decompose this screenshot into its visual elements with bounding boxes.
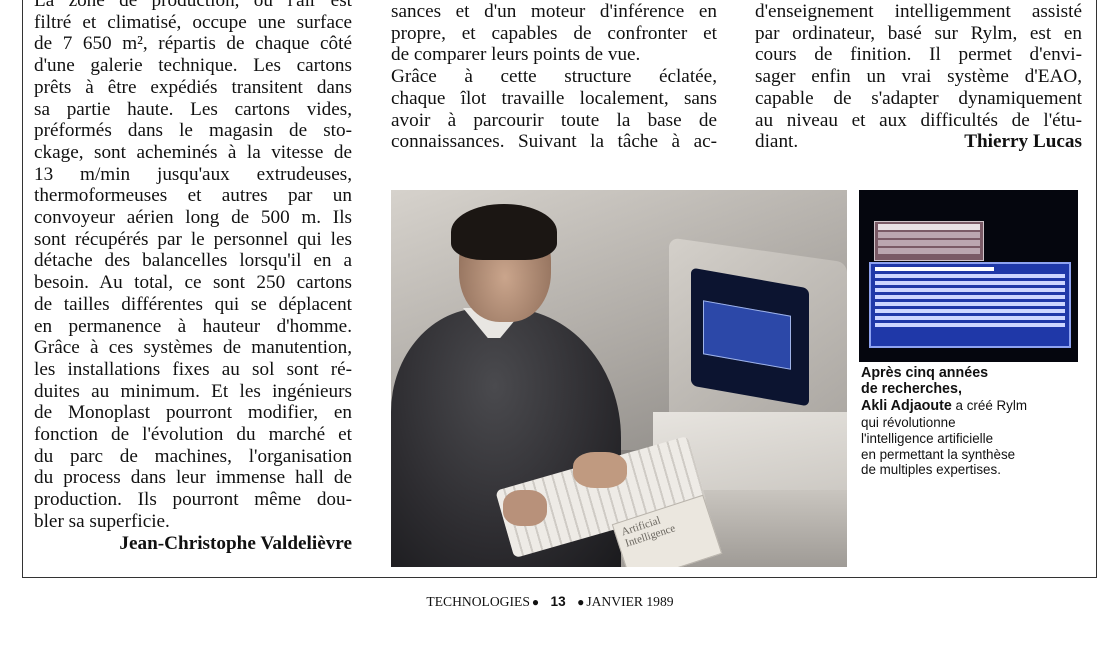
text-line: par ordinateur, basé sur Rylm, est en — [755, 22, 1082, 44]
text-line: La zone de production, où l'air est — [34, 0, 352, 11]
text-line: en permanence à hauteur d'homme. — [34, 315, 352, 337]
right-frame-rule — [1096, 0, 1097, 578]
text-line: d'une galerie technique. Les cartons — [34, 55, 352, 77]
menu-window — [874, 221, 984, 261]
text-line: connaissances. Suivant la tâche à ac- — [391, 131, 717, 153]
caption-person-name: Akli Adjaoute — [861, 397, 952, 414]
hand — [573, 452, 627, 488]
text-line: convoyeur aérien long de 500 m. Ils — [34, 207, 352, 229]
text-line: préformés dans le magasin de sto- — [34, 120, 352, 142]
text-line: filtré et climatisé, occupe une surface — [34, 11, 352, 33]
text-line: fonction de l'évolution du marché et — [34, 424, 352, 446]
text-line: production. Ils pourront même dou- — [34, 489, 352, 511]
magazine-name: TECHNOLOGIES — [426, 594, 530, 609]
text-line: avoir à parcourir toute la base de — [391, 109, 717, 131]
text-line: Grâce à cette structure éclatée, — [391, 66, 717, 88]
text-line: détache des balancelles lorsqu'il en a — [34, 250, 352, 272]
issue-date: JANVIER 1989 — [586, 594, 674, 609]
definition-window — [869, 262, 1071, 348]
text-line: au niveau et aux difficultés de l'étu- — [755, 109, 1082, 131]
text-line: chaque îlot travaille localement, sans — [391, 87, 717, 109]
page-footer: TECHNOLOGIES ● 13 ● JANVIER 1989 — [0, 594, 1100, 610]
text-line: de 7 650 m², répartis de chaque côté — [34, 33, 352, 55]
caption-text: a créé Rylm — [951, 397, 1027, 413]
photo-caption: Après cinq années de recherches, Akli Ad… — [861, 365, 1083, 478]
bottom-frame-rule — [22, 577, 1097, 578]
text-line: diant. — [755, 131, 799, 153]
text-line: 13 m/min jusqu'aux extrudeuses, — [34, 163, 352, 185]
text-line: de tailles différentes qui se déplacent — [34, 293, 352, 315]
bullet-icon: ● — [577, 595, 585, 609]
caption-bold-line: Après cinq années — [861, 365, 989, 381]
text-line-with-signature: diant. Thierry Lucas — [755, 131, 1082, 153]
bullet-icon: ● — [531, 595, 540, 609]
text-line: duites au minimum. Et les ingénieurs — [34, 380, 352, 402]
text-line: du parc de machines, l'organisation — [34, 445, 352, 467]
text-line: ckage, sont acheminés à la vitesse de — [34, 141, 352, 163]
left-frame-rule — [22, 0, 23, 578]
text-line: les installations fixes au sol sont ré- — [34, 358, 352, 380]
text-line: thermoformeuses et autres par un — [34, 185, 352, 207]
person-hair — [451, 204, 557, 260]
text-line: prêts à être expédiés transitent dans — [34, 76, 352, 98]
caption-text: de multiples expertises. — [861, 462, 1001, 478]
caption-text: en permettant la synthèse — [861, 446, 1016, 462]
text-line: sa partie haute. Les cartons vides, — [34, 98, 352, 120]
text-line: sager enfin un vrai système d'EAO, — [755, 66, 1082, 88]
caption-text: l'intelligence artificielle — [861, 430, 994, 446]
text-line: d'enseignement intelligemment assisté — [755, 1, 1082, 22]
author-signature: Jean-Christophe Valdelièvre — [119, 532, 352, 554]
caption-bold-line: de recherches, — [861, 380, 962, 397]
text-line: du process dans leur immense hall de — [34, 467, 352, 489]
article-column-3: d'enseignement intelligemment assisté pa… — [755, 1, 1082, 153]
caption-text: qui révolutionne — [861, 414, 956, 430]
text-line: sont récupérés par le personnel qui les — [34, 228, 352, 250]
article-column-2: sances et d'un moteur d'inférence en pro… — [391, 1, 717, 153]
text-line: propre, et capables de confronter et — [391, 22, 717, 44]
text-line: de comparer leurs points de vue. — [391, 44, 641, 66]
text-line: sances et d'un moteur d'inférence en — [391, 1, 717, 22]
page-number: 13 — [550, 594, 566, 609]
text-line: besoin. Au total, ce sont 250 cartons — [34, 272, 352, 294]
text-line: cours de finition. Il permet d'envi- — [755, 44, 1082, 66]
magazine-page: La zone de production, où l'air est filt… — [0, 0, 1100, 649]
author-signature: Thierry Lucas — [964, 131, 1082, 153]
hand — [503, 490, 547, 526]
text-line: de Monoplast pourront modifier, en — [34, 402, 352, 424]
rylm-screen-capture — [859, 190, 1078, 362]
text-line: Grâce à ces systèmes de manutention, — [34, 337, 352, 359]
photo-man-at-computer: Artificial Intelligence — [391, 190, 847, 567]
text-line: bler sa superficie. — [34, 510, 170, 532]
text-line: capable de s'adapter dynamiquement — [755, 87, 1082, 109]
article-column-1: La zone de production, où l'air est filt… — [34, 0, 352, 554]
